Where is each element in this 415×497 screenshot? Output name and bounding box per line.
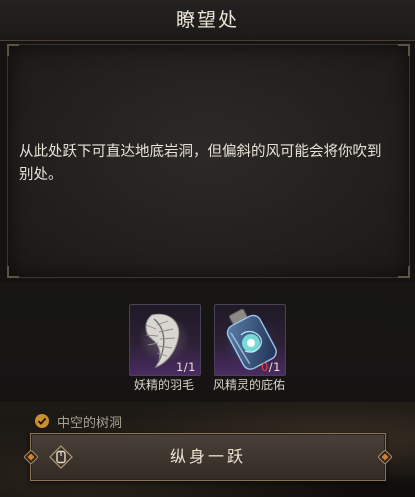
panel-corner-ornament [398,44,410,56]
panel-corner-ornament [398,266,410,278]
leap-button-label: 纵身一跃 [169,447,246,466]
item-have-count: 0 [260,360,269,374]
description-text: 从此处跃下可直达地底岩洞，但偏斜的风可能会将你吹到别处。 [19,144,382,183]
location-label: 中空的树洞 [57,415,123,431]
leap-button[interactable]: 纵身一跃 [24,433,392,481]
item-name-fairy-feather: 妖精的羽毛 [133,378,194,392]
panel-corner-ornament [7,44,19,56]
item-count: 1/1 [175,360,196,374]
item-slot-fairy-feather[interactable]: 1/1 [129,304,201,376]
item-count: 0/1 [260,360,281,374]
item-need-count: 1 [273,360,281,374]
location-row: 中空的树洞 [35,411,122,431]
description-panel: 从此处跃下可直达地底岩洞，但偏斜的风可能会将你吹到别处。 [7,44,410,278]
item-name-wind-spirit-blessing: 风精灵的庇佑 [212,378,285,392]
item-slot-wind-spirit-blessing[interactable]: 0/1 [214,304,286,376]
panel-corner-ornament [7,266,19,278]
check-icon [35,414,49,428]
jump-dialog: 瞭望处 从此处跃下可直达地底岩洞，但偏斜的风可能会将你吹到别处。 1/1 妖精的… [0,0,415,497]
item-need-count: 1 [188,360,196,374]
dialog-title: 瞭望处 [0,0,415,41]
diamond-ornament-icon [378,450,392,464]
item-have-count: 1 [175,360,184,374]
